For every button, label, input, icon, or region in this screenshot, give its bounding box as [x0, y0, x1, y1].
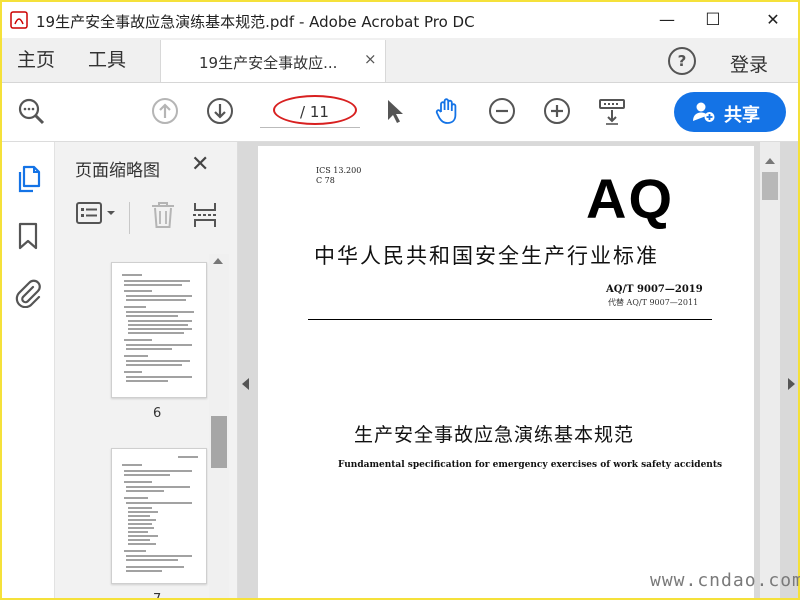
page-down-icon[interactable] — [205, 96, 235, 126]
acrobat-app-icon — [10, 11, 28, 29]
zoom-out-icon[interactable] — [487, 96, 517, 126]
hand-tool-icon[interactable] — [432, 96, 462, 126]
tab-document[interactable]: 19生产安全事故应... × — [160, 40, 386, 82]
search-zoom-icon[interactable] — [16, 96, 46, 126]
thumbnails-scrollbar[interactable] — [209, 254, 229, 598]
pdf-page: ICS 13.200 C 78 AQ 中华人民共和国安全生产行业标准 AQ/T … — [258, 146, 754, 598]
aq-logo: AQ — [586, 167, 674, 230]
collapse-left-panel-icon[interactable] — [242, 378, 249, 390]
replaces-standard: 代替 AQ/T 9007—2011 — [608, 298, 699, 307]
thumbnails-panel-close-button[interactable]: ✕ — [191, 152, 209, 177]
maximize-button[interactable]: ☐ — [698, 8, 728, 32]
bookmarks-icon[interactable] — [17, 222, 39, 250]
help-icon[interactable]: ? — [668, 47, 696, 75]
tab-tools[interactable]: 工具 — [88, 38, 126, 82]
zoom-in-icon[interactable] — [542, 96, 572, 126]
window-title: 19生产安全事故应急演练基本规范.pdf - Adobe Acrobat Pro… — [36, 13, 475, 31]
scroll-mode-icon[interactable] — [597, 96, 627, 126]
header-rule — [308, 319, 712, 320]
document-tab-label: 19生产安全事故应... — [199, 54, 338, 72]
highlight-ellipse — [273, 95, 357, 125]
attachments-icon[interactable] — [14, 278, 42, 308]
document-main-title: 生产安全事故应急演练基本规范 — [354, 424, 635, 446]
login-button[interactable]: 登录 — [730, 50, 768, 77]
page-up-icon[interactable] — [150, 96, 180, 126]
close-window-button[interactable]: ✕ — [758, 8, 788, 32]
thumbnail-options-icon[interactable] — [75, 200, 121, 228]
minimize-button[interactable]: — — [652, 8, 682, 32]
thumbnails-panel: 页面缩略图 ✕ 6 — [55, 142, 238, 598]
toolbar-divider — [129, 202, 130, 234]
thumbnail-content — [122, 274, 194, 382]
thumbnail-page-number: 7 — [153, 592, 161, 598]
page-thumbnails-icon[interactable] — [15, 164, 41, 194]
select-pointer-icon[interactable] — [380, 96, 410, 126]
split-pages-icon[interactable] — [191, 200, 219, 230]
page-thumbnail[interactable] — [111, 448, 207, 584]
add-user-icon — [693, 102, 715, 122]
expand-right-panel-icon[interactable] — [788, 378, 795, 390]
document-scroll-thumb[interactable] — [762, 172, 778, 200]
thumbnail-content — [122, 456, 198, 572]
thumbnails-panel-title: 页面缩略图 — [75, 161, 160, 181]
share-label: 共享 — [724, 105, 760, 126]
ics-code: ICS 13.200 — [316, 166, 362, 175]
document-english-title: Fundamental specification for emergency … — [338, 460, 723, 470]
ccs-code: C 78 — [316, 176, 335, 185]
toolbar: / 11 共享 — [2, 83, 798, 142]
left-navigation-rail — [2, 142, 55, 598]
thumbnail-page-number: 6 — [153, 406, 162, 421]
tab-home[interactable]: 主页 — [17, 38, 55, 82]
document-viewer: ICS 13.200 C 78 AQ 中华人民共和国安全生产行业标准 AQ/T … — [238, 142, 798, 598]
acrobat-window: 19生产安全事故应急演练基本规范.pdf - Adobe Acrobat Pro… — [2, 2, 798, 598]
thumbnails-scroll-thumb[interactable] — [211, 416, 227, 468]
tab-bar: 主页 工具 19生产安全事故应... × ? 登录 — [2, 38, 798, 83]
document-tab-close-button[interactable]: × — [364, 50, 377, 68]
site-watermark: www.cndao.com — [650, 570, 800, 591]
document-scrollbar[interactable] — [760, 142, 780, 598]
share-button[interactable]: 共享 — [674, 92, 786, 132]
delete-page-icon[interactable] — [150, 200, 176, 230]
standard-number: AQ/T 9007—2019 — [606, 284, 703, 295]
standard-header-title: 中华人民共和国安全生产行业标准 — [314, 244, 659, 268]
page-thumbnail[interactable] — [111, 262, 207, 398]
scroll-up-arrow-icon[interactable] — [765, 158, 775, 164]
title-bar: 19生产安全事故应急演练基本规范.pdf - Adobe Acrobat Pro… — [2, 2, 798, 38]
scroll-up-arrow-icon[interactable] — [213, 258, 223, 264]
